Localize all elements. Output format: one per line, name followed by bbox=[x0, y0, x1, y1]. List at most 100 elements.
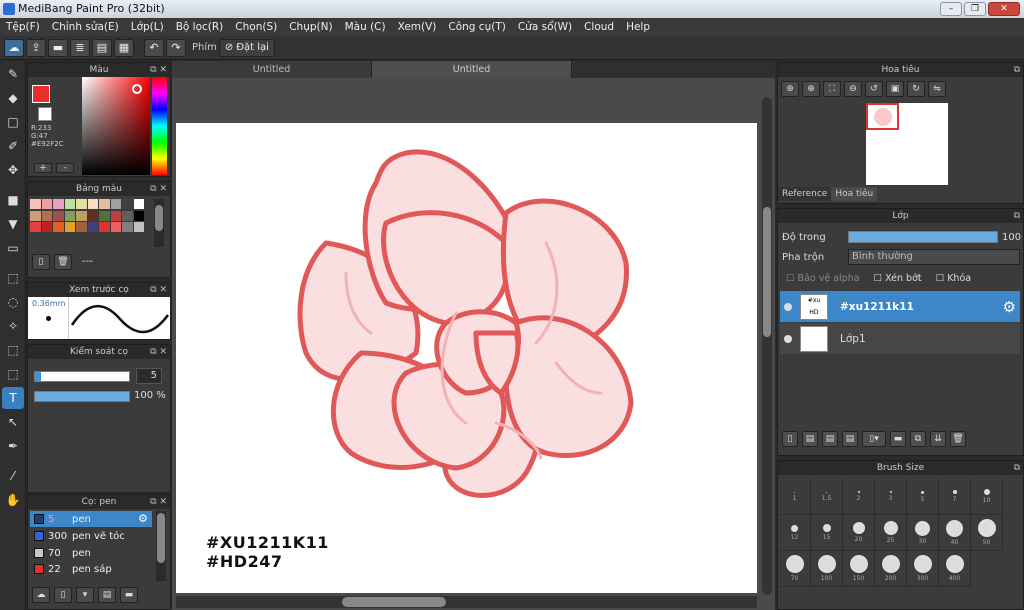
operation-tool-icon[interactable]: ↖ bbox=[2, 411, 24, 433]
cloud-icon[interactable]: ☁ bbox=[4, 38, 24, 57]
menu-filter[interactable]: Bộ lọc(R) bbox=[170, 21, 230, 33]
brush-size-option[interactable]: 150 bbox=[843, 551, 875, 587]
brush-size-option[interactable]: 25 bbox=[875, 515, 907, 551]
duplicate-layer-icon[interactable]: ⧉ bbox=[910, 431, 926, 447]
new-halftone-layer-icon[interactable]: ▤ bbox=[802, 431, 818, 447]
redo-icon[interactable]: ↷ bbox=[166, 38, 186, 57]
vertical-scroll-thumb[interactable] bbox=[763, 207, 771, 337]
text-panel-icon[interactable]: ≣ bbox=[70, 38, 90, 57]
new-folder-icon[interactable]: ▬ bbox=[890, 431, 906, 447]
palette-swatch[interactable] bbox=[99, 199, 110, 209]
undo-icon[interactable]: ↶ bbox=[144, 38, 164, 57]
blur-tool-icon[interactable]: ✐ bbox=[2, 135, 24, 157]
palette-swatch[interactable] bbox=[53, 222, 64, 233]
panel-expand-icon[interactable]: ⧉ bbox=[1014, 461, 1020, 475]
tab-reference[interactable]: Reference bbox=[778, 187, 832, 201]
drawing-canvas[interactable]: #XU1211K11 #HD247 bbox=[176, 123, 757, 593]
new-1bit-layer-icon[interactable]: ▤ bbox=[842, 431, 858, 447]
palette-swatch[interactable] bbox=[64, 210, 75, 221]
brush-item-4[interactable]: 22 pen sáp bbox=[30, 561, 152, 577]
merge-layer-icon[interactable]: ⇊ bbox=[930, 431, 946, 447]
palette-swatch[interactable] bbox=[87, 210, 98, 221]
canvas-vertical-scrollbar[interactable] bbox=[762, 97, 772, 595]
move-tool-icon[interactable]: ✥ bbox=[2, 159, 24, 181]
palette-swatch[interactable] bbox=[133, 210, 144, 221]
select-pen-icon[interactable]: ⬚ bbox=[2, 339, 24, 361]
rotate-right-icon[interactable]: ↻ bbox=[907, 81, 925, 97]
new-layer-icon[interactable]: ▯ bbox=[782, 431, 798, 447]
palette-swatch[interactable] bbox=[30, 210, 41, 221]
new-palette-icon[interactable]: ▯ bbox=[32, 254, 50, 270]
brush-size-slider[interactable] bbox=[34, 371, 130, 382]
palette-swatch[interactable] bbox=[99, 222, 110, 233]
maximize-button[interactable]: ❐ bbox=[964, 2, 986, 16]
brush-item-3[interactable]: 70 pen bbox=[30, 545, 152, 561]
cloud-brush-icon[interactable]: ☁ bbox=[32, 587, 50, 603]
new-brush-icon[interactable]: ▯ bbox=[54, 587, 72, 603]
delete-layer-icon[interactable]: 🗑 bbox=[950, 431, 966, 447]
add-layer-menu-icon[interactable]: ▯▾ bbox=[862, 431, 886, 447]
brush-size-option[interactable]: 30 bbox=[907, 515, 939, 551]
delete-palette-icon[interactable]: 🗑 bbox=[54, 254, 72, 270]
palette-swatch[interactable] bbox=[76, 210, 87, 221]
horizontal-scroll-thumb[interactable] bbox=[342, 597, 446, 607]
panel-expand-icon[interactable]: ⧉ bbox=[1014, 63, 1020, 77]
secondary-color-swatch[interactable] bbox=[38, 107, 52, 121]
eraser-tool-icon[interactable]: ◆ bbox=[2, 87, 24, 109]
text-tool-icon[interactable]: T bbox=[2, 387, 24, 409]
brush-size-option[interactable]: 12 bbox=[779, 515, 811, 551]
dropper-tool-icon[interactable]: ✒ bbox=[2, 435, 24, 457]
shape-tool-icon[interactable]: ■ bbox=[2, 189, 24, 211]
menu-tools[interactable]: Công cụ(T) bbox=[442, 21, 511, 33]
eyedropper-icon[interactable]: ⁄ bbox=[2, 465, 24, 487]
select-eraser-icon[interactable]: ⬚ bbox=[2, 363, 24, 385]
reset-button[interactable]: ⊘ Đặt lại bbox=[218, 38, 275, 57]
palette-swatch[interactable] bbox=[87, 199, 98, 209]
primary-color-swatch[interactable] bbox=[32, 85, 50, 103]
palette-swatch[interactable] bbox=[30, 222, 41, 233]
hand-tool-icon[interactable]: ✋ bbox=[2, 489, 24, 511]
minimize-button[interactable]: – bbox=[940, 2, 962, 16]
add-color-icon[interactable]: + bbox=[34, 163, 52, 173]
magic-wand-icon[interactable]: ✧ bbox=[2, 315, 24, 337]
brush-size-option[interactable]: 200 bbox=[875, 551, 907, 587]
actual-size-icon[interactable]: ▣ bbox=[886, 81, 904, 97]
brush-size-option[interactable]: 70 bbox=[779, 551, 811, 587]
menu-layer[interactable]: Lớp(L) bbox=[125, 21, 170, 33]
menu-help[interactable]: Help bbox=[620, 21, 656, 33]
brush-size-option[interactable]: 1 bbox=[779, 479, 811, 515]
menu-color[interactable]: Màu (C) bbox=[339, 21, 392, 33]
brush-list-scrollbar[interactable] bbox=[156, 511, 166, 581]
brush-size-option[interactable]: 50 bbox=[971, 515, 1003, 551]
palette-swatch[interactable] bbox=[76, 222, 87, 233]
palette-grid[interactable] bbox=[30, 199, 144, 233]
menu-view[interactable]: Xem(V) bbox=[392, 21, 443, 33]
menu-edit[interactable]: Chỉnh sửa(E) bbox=[46, 21, 125, 33]
menu-select[interactable]: Chọn(S) bbox=[229, 21, 283, 33]
panel-expand-icon[interactable]: ⧉ bbox=[1014, 209, 1020, 223]
palette-scrollbar[interactable] bbox=[154, 199, 164, 247]
palette-swatch[interactable] bbox=[110, 199, 121, 209]
palette-swatch[interactable] bbox=[110, 210, 121, 221]
menu-snap[interactable]: Chụp(N) bbox=[283, 21, 338, 33]
hue-slider[interactable] bbox=[152, 77, 167, 175]
brush-size-option[interactable]: 3 bbox=[875, 479, 907, 515]
brush-settings-gear-icon[interactable]: ⚙ bbox=[138, 512, 148, 525]
brush-size-option[interactable]: 100 bbox=[811, 551, 843, 587]
brush-size-option[interactable]: 2 bbox=[843, 479, 875, 515]
zoom-out-icon[interactable]: ⊖ bbox=[844, 81, 862, 97]
lock-checkbox[interactable]: ☐ Khóa bbox=[936, 273, 971, 284]
brush-folder-icon[interactable]: ▬ bbox=[120, 587, 138, 603]
brush-size-option[interactable]: 40 bbox=[939, 515, 971, 551]
panel-close-icon[interactable]: ⧉ ✕ bbox=[150, 495, 167, 509]
brush-item-1[interactable]: 5 pen bbox=[30, 511, 152, 527]
palette-swatch[interactable] bbox=[122, 210, 133, 221]
gradient-tool-icon[interactable]: ▭ bbox=[2, 237, 24, 259]
zoom-in-alt-icon[interactable]: ⊕ bbox=[802, 81, 820, 97]
layer-item-2[interactable]: Lớp1 bbox=[780, 323, 1020, 354]
blend-mode-select[interactable]: Bình thường bbox=[848, 249, 1020, 265]
brush-size-option[interactable]: 300 bbox=[907, 551, 939, 587]
panel-close-icon[interactable]: ⧉ ✕ bbox=[150, 182, 167, 196]
eye-icon[interactable] bbox=[784, 334, 792, 343]
palette-swatch[interactable] bbox=[30, 199, 41, 209]
